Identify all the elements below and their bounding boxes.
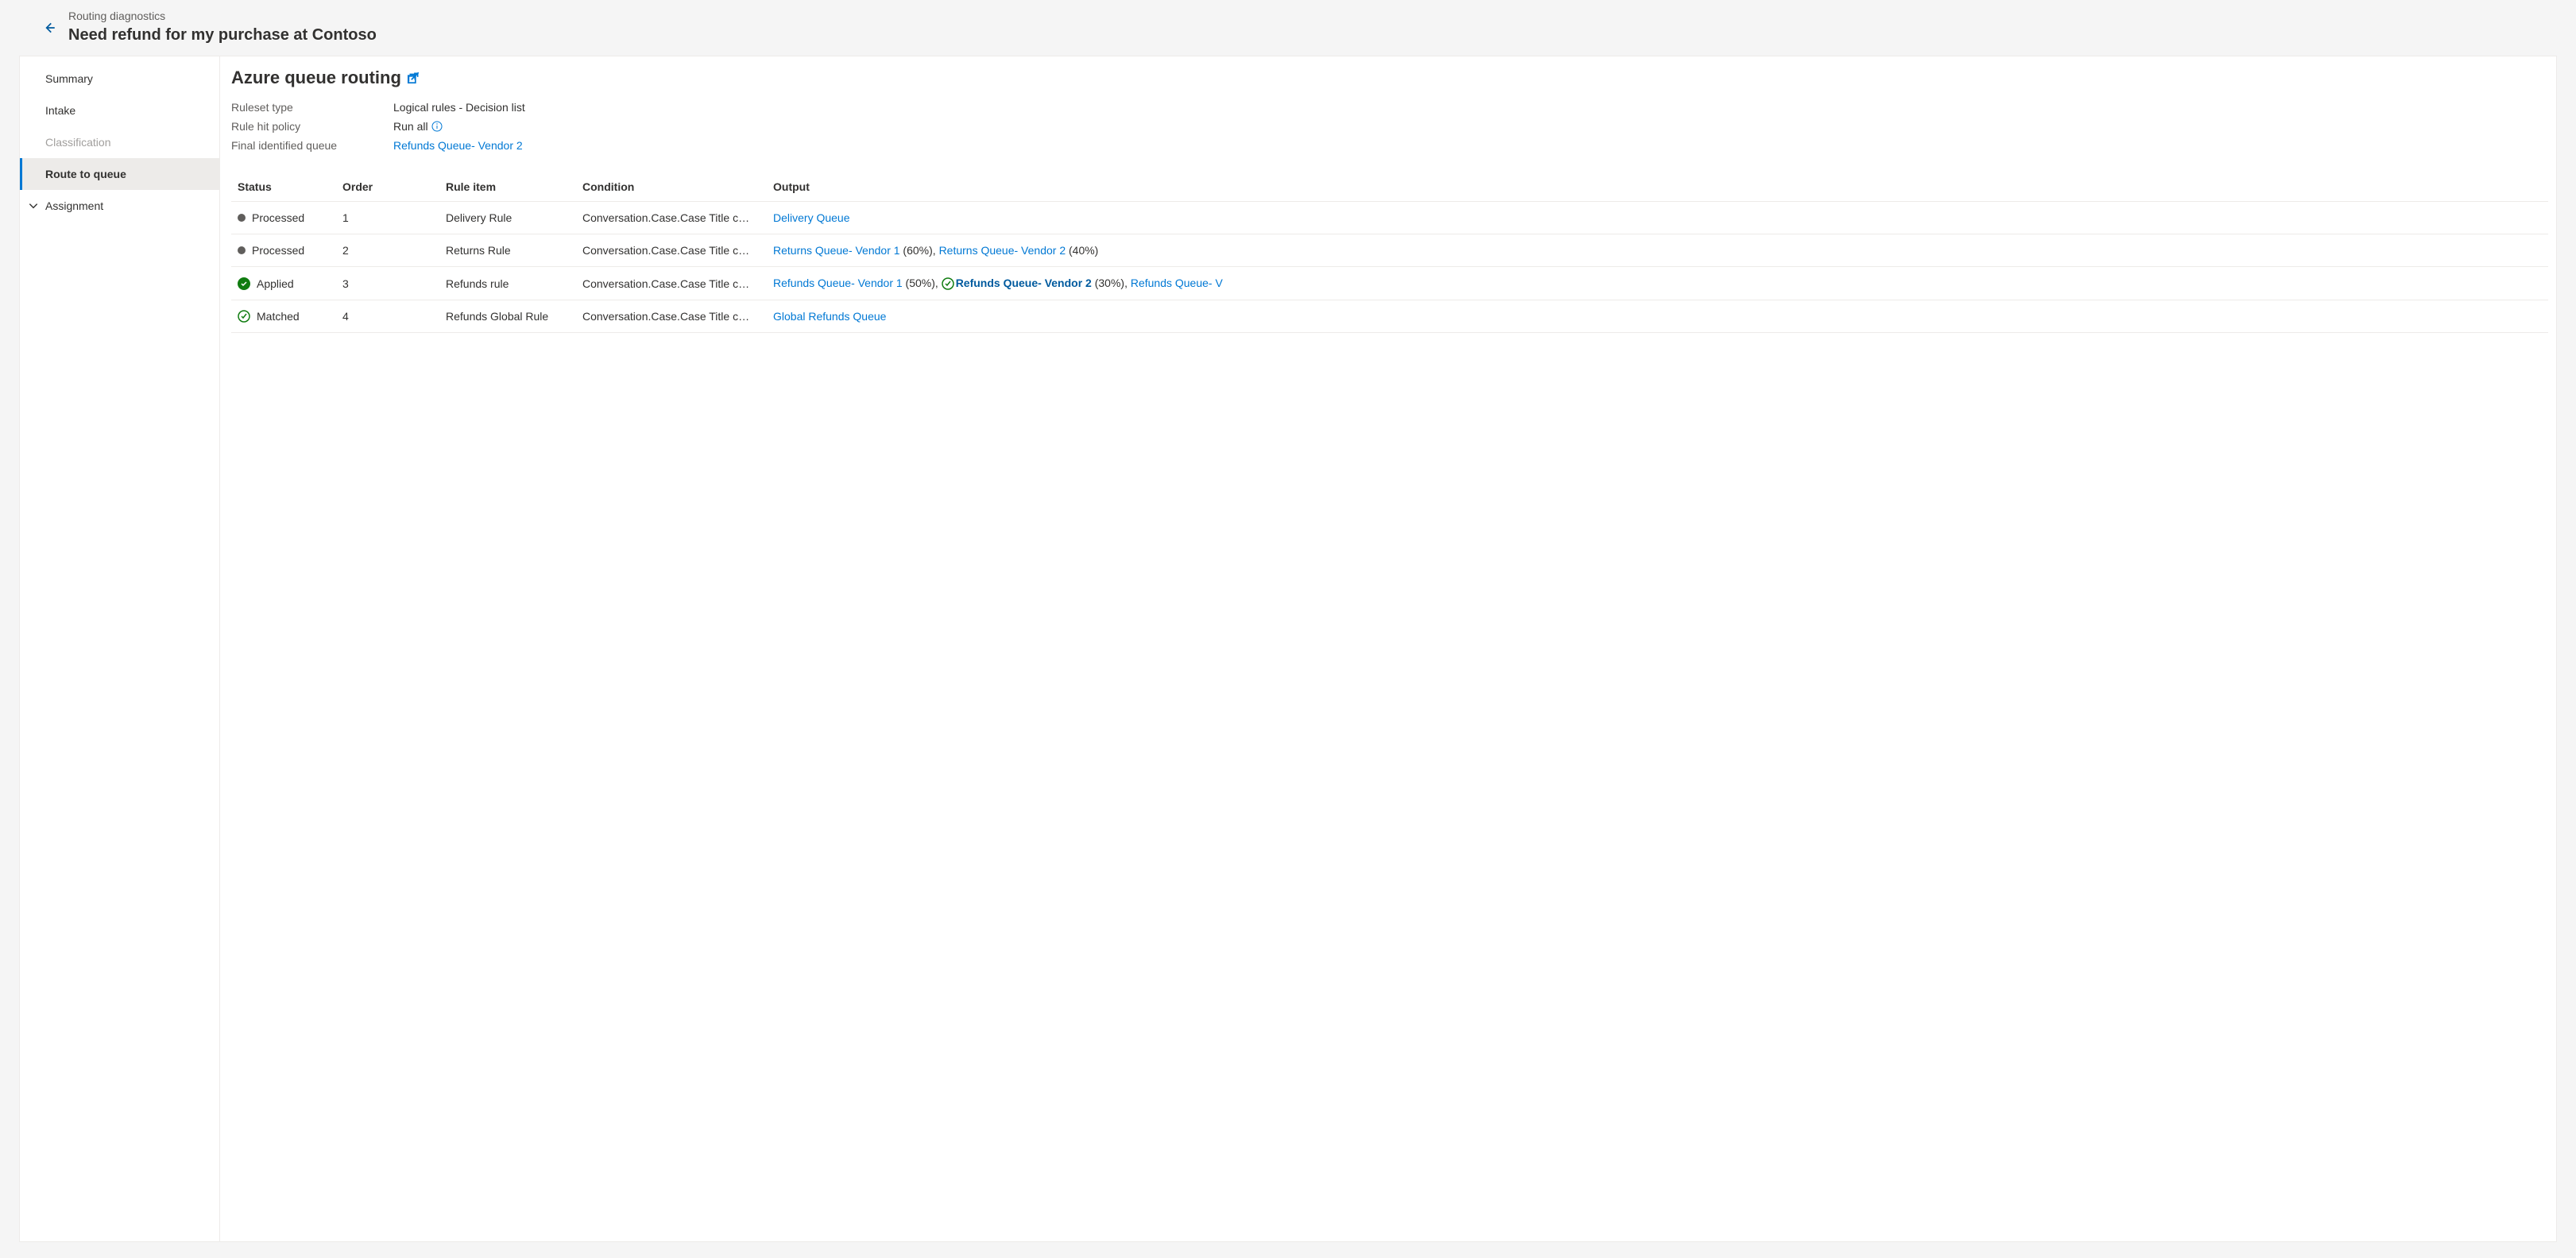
meta-value: Run all	[393, 120, 443, 133]
output-link[interactable]: Refunds Queue- Vendor 2	[956, 277, 1092, 289]
breadcrumb: Routing diagnostics	[68, 8, 377, 24]
header-text: Routing diagnostics Need refund for my p…	[68, 8, 377, 46]
output-text: (50%),	[903, 277, 942, 289]
column-header[interactable]: Output	[767, 172, 2548, 202]
meta-label: Final identified queue	[231, 139, 393, 152]
meta-value-link[interactable]: Refunds Queue- Vendor 2	[393, 139, 523, 152]
table-row[interactable]: Applied 3Refunds ruleConversation.Case.Ca…	[231, 267, 2548, 300]
sidebar-item-summary[interactable]: Summary	[20, 63, 219, 95]
column-header[interactable]: Order	[336, 172, 439, 202]
sidebar-item-assignment[interactable]: Assignment	[20, 190, 219, 222]
cell-condition: Conversation.Case.Case Title c…	[576, 234, 767, 267]
meta-row: Ruleset typeLogical rules - Decision lis…	[231, 98, 2548, 117]
status-dot-icon	[238, 214, 246, 222]
status-text: Processed	[252, 211, 304, 224]
meta-row: Rule hit policyRun all	[231, 117, 2548, 136]
status-text: Matched	[257, 310, 300, 323]
cell-condition: Conversation.Case.Case Title c…	[576, 202, 767, 234]
cell-status: Processed	[231, 202, 336, 234]
page-header: Routing diagnostics Need refund for my p…	[0, 0, 2576, 56]
table-row[interactable]: Processed 2Returns RuleConversation.Case.…	[231, 234, 2548, 267]
column-header[interactable]: Status	[231, 172, 336, 202]
sidebar-item-label: Classification	[45, 136, 110, 149]
open-external-icon[interactable]	[406, 71, 420, 85]
output-link[interactable]: Refunds Queue- Vendor 1	[773, 277, 903, 289]
cell-status: Processed	[231, 234, 336, 267]
table-row[interactable]: Matched 4Refunds Global RuleConversation.…	[231, 300, 2548, 333]
cell-order: 4	[336, 300, 439, 333]
cell-rule-item: Returns Rule	[439, 234, 576, 267]
page-root: Routing diagnostics Need refund for my p…	[0, 0, 2576, 1258]
cell-condition: Conversation.Case.Case Title c…	[576, 300, 767, 333]
output-link[interactable]: Global Refunds Queue	[773, 310, 886, 323]
cell-order: 1	[336, 202, 439, 234]
cell-status: Matched	[231, 300, 336, 333]
body: Summary Intake Classification Route to queu…	[19, 56, 2557, 1242]
output-text: (60%),	[900, 244, 939, 257]
cell-output: Refunds Queue- Vendor 1 (50%), Refunds Q…	[767, 267, 2548, 300]
table-row[interactable]: Processed 1Delivery RuleConversation.Case…	[231, 202, 2548, 234]
cell-order: 2	[336, 234, 439, 267]
column-header[interactable]: Condition	[576, 172, 767, 202]
cell-rule-item: Refunds rule	[439, 267, 576, 300]
check-circle-outline-icon	[942, 277, 954, 290]
meta-section: Ruleset typeLogical rules - Decision lis…	[231, 98, 2548, 155]
content: Azure queue routing Ruleset typeLogical …	[220, 56, 2556, 1241]
cell-order: 3	[336, 267, 439, 300]
sidebar-item-label: Assignment	[45, 199, 103, 212]
sidebar: Summary Intake Classification Route to queu…	[20, 56, 220, 1241]
content-title: Azure queue routing	[231, 68, 401, 88]
cell-rule-item: Refunds Global Rule	[439, 300, 576, 333]
content-title-row: Azure queue routing	[231, 68, 2548, 88]
check-circle-solid-icon	[238, 277, 250, 290]
output-link[interactable]: Returns Queue- Vendor 2	[939, 244, 1066, 257]
meta-label: Ruleset type	[231, 101, 393, 114]
arrow-left-icon	[42, 21, 56, 37]
sidebar-item-route-to-queue[interactable]: Route to queue	[20, 158, 219, 190]
output-text: (30%),	[1092, 277, 1131, 289]
check-circle-outline-icon	[238, 310, 250, 323]
sidebar-item-label: Route to queue	[45, 168, 126, 180]
meta-label: Rule hit policy	[231, 120, 393, 133]
cell-rule-item: Delivery Rule	[439, 202, 576, 234]
meta-value: Logical rules - Decision list	[393, 101, 525, 114]
rules-table: StatusOrderRule itemConditionOutput Proc…	[231, 172, 2548, 333]
info-icon[interactable]	[431, 121, 443, 132]
status-text: Applied	[257, 277, 294, 290]
sidebar-item-intake[interactable]: Intake	[20, 95, 219, 126]
sidebar-item-label: Intake	[45, 104, 75, 117]
page-title: Need refund for my purchase at Contoso	[68, 24, 377, 46]
column-header[interactable]: Rule item	[439, 172, 576, 202]
cell-output: Delivery Queue	[767, 202, 2548, 234]
chevron-down-icon	[28, 200, 39, 211]
output-text: (40%)	[1066, 244, 1098, 257]
cell-status: Applied	[231, 267, 336, 300]
status-dot-icon	[238, 246, 246, 254]
sidebar-item-label: Summary	[45, 72, 93, 85]
cell-output: Global Refunds Queue	[767, 300, 2548, 333]
status-text: Processed	[252, 244, 304, 257]
output-link[interactable]: Returns Queue- Vendor 1	[773, 244, 900, 257]
meta-row: Final identified queueRefunds Queue- Ven…	[231, 136, 2548, 155]
output-link[interactable]: Refunds Queue- V	[1131, 277, 1223, 289]
back-button[interactable]	[37, 16, 62, 41]
cell-output: Returns Queue- Vendor 1 (60%), Returns Q…	[767, 234, 2548, 267]
cell-condition: Conversation.Case.Case Title c…	[576, 267, 767, 300]
output-link[interactable]: Delivery Queue	[773, 211, 850, 224]
sidebar-item-classification: Classification	[20, 126, 219, 158]
